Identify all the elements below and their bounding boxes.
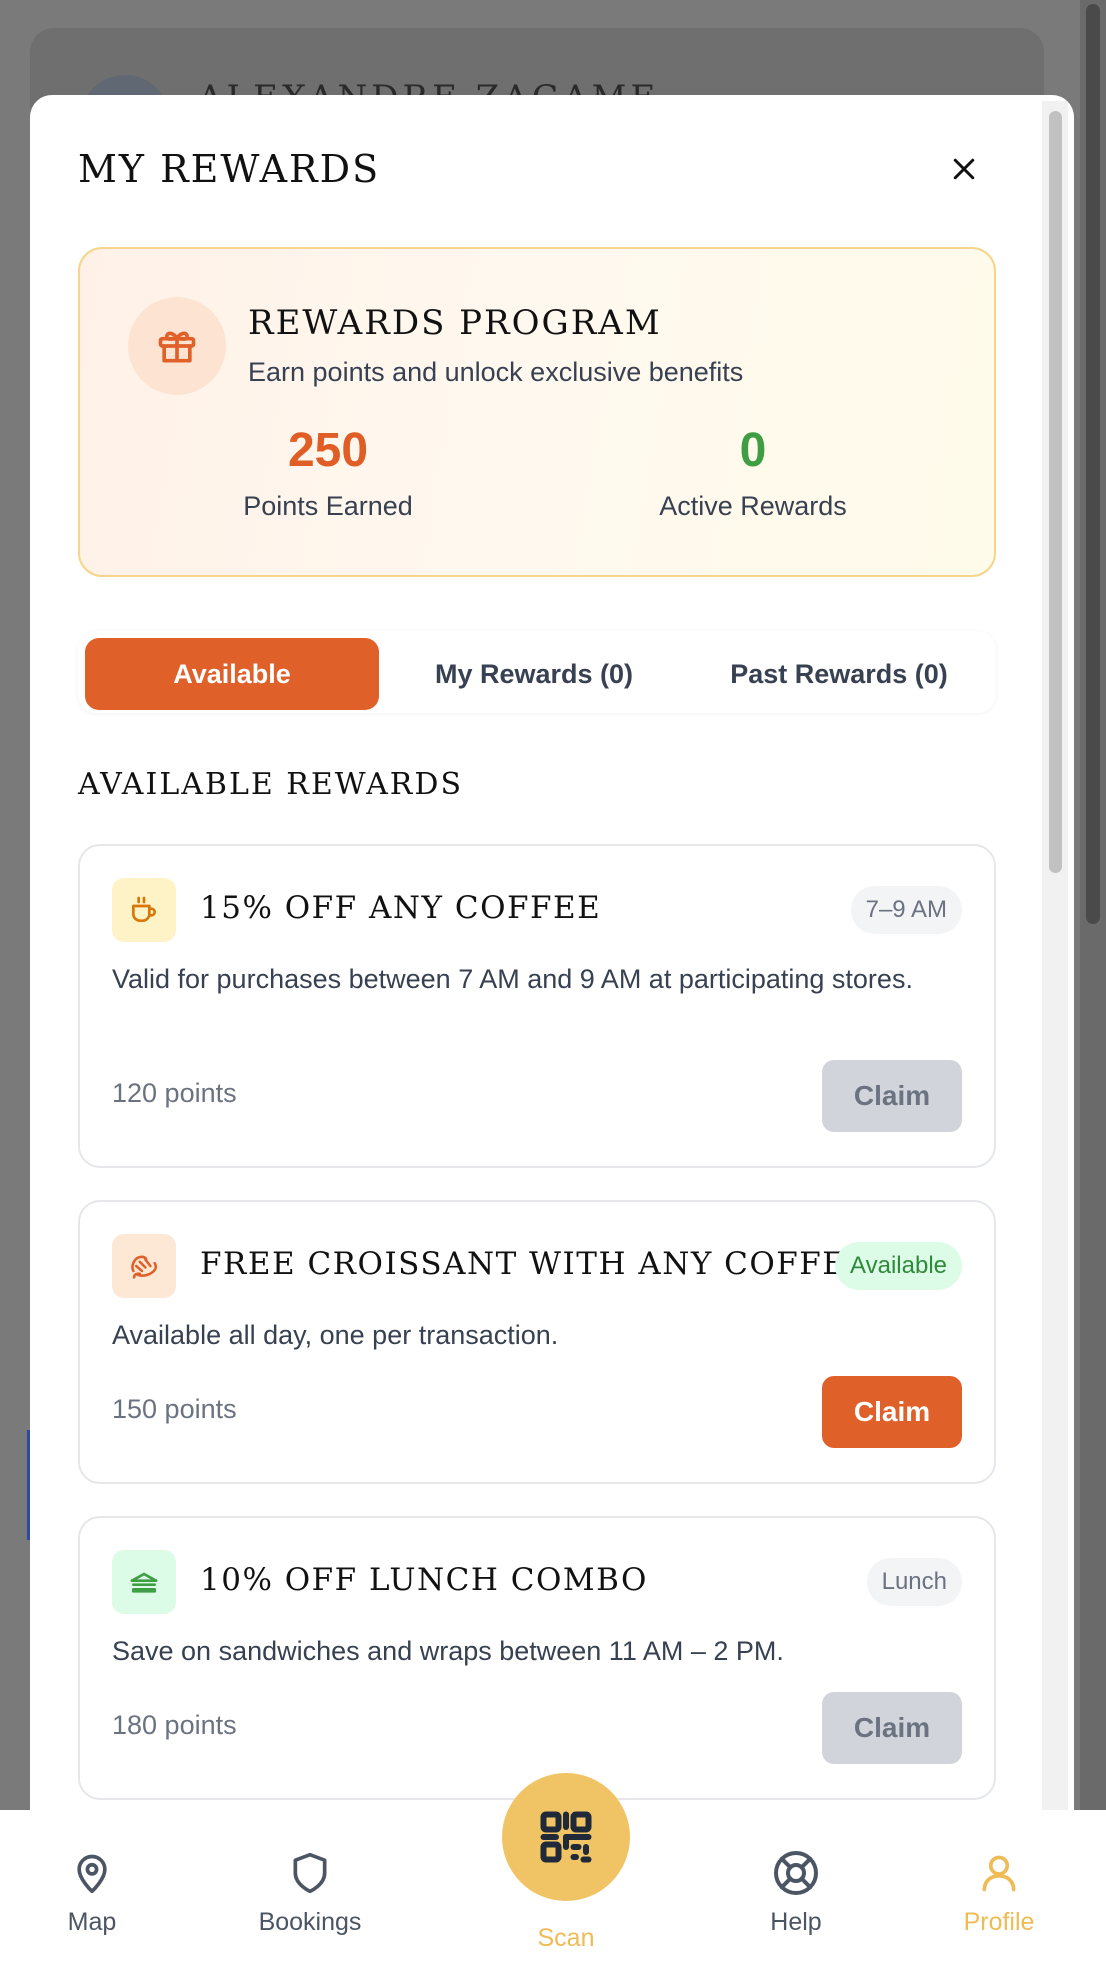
modal-scrollbar[interactable]: [1042, 101, 1068, 1968]
claim-button[interactable]: Claim: [822, 1376, 962, 1448]
active-rewards-label: Active Rewards: [659, 491, 847, 521]
reward-icon-container: [112, 1550, 176, 1614]
nav-help[interactable]: Help: [726, 1846, 866, 1937]
tab-my-rewards[interactable]: My Rewards (0): [387, 638, 681, 710]
active-rewards-value: 0: [739, 424, 767, 477]
croissant-icon: [131, 1255, 158, 1279]
nav-bookings-label: Bookings: [258, 1908, 362, 1936]
points-earned-stat: 250 Points Earned: [198, 427, 458, 522]
gift-icon-container: [128, 297, 226, 395]
rewards-tabs: Available My Rewards (0) Past Rewards (0…: [78, 631, 996, 713]
reward-card: FREE CROISSANT WITH ANY COFFEE Available…: [78, 1200, 996, 1484]
scan-button[interactable]: [502, 1773, 630, 1901]
map-pin-icon: [77, 1854, 107, 1894]
sandwich-icon: [130, 1572, 158, 1593]
points-earned-value: 250: [287, 424, 369, 477]
shield-icon: [293, 1852, 327, 1894]
reward-icon-container: [112, 1234, 176, 1298]
nav-profile-label: Profile: [963, 1908, 1035, 1936]
modal-scrollbar-thumb[interactable]: [1049, 111, 1062, 873]
section-title: AVAILABLE REWARDS: [78, 767, 463, 802]
window-scrollbar-thumb[interactable]: [1086, 4, 1100, 924]
rewards-program-card: REWARDS PROGRAM Earn points and unlock e…: [78, 247, 996, 577]
close-button[interactable]: [942, 147, 986, 191]
bottom-nav: Map Bookings Scan Help Profile: [0, 1773, 1106, 1968]
nav-help-label: Help: [770, 1908, 822, 1936]
claim-button[interactable]: Claim: [822, 1060, 962, 1132]
nav-map-label: Map: [67, 1908, 117, 1936]
reward-badge: Lunch: [866, 1558, 962, 1606]
close-icon: [953, 158, 975, 180]
coffee-cup-icon: [132, 896, 156, 922]
reward-card: 10% OFF LUNCH COMBO Lunch Save on sandwi…: [78, 1516, 996, 1800]
reward-card: 15% OFF ANY COFFEE 7–9 AM Valid for purc…: [78, 844, 996, 1168]
reward-points: 120 points: [112, 1078, 237, 1108]
claim-button[interactable]: Claim: [822, 1692, 962, 1764]
lifebuoy-icon: [774, 1851, 818, 1895]
scan-label: Scan: [537, 1924, 595, 1952]
reward-points: 180 points: [112, 1710, 237, 1740]
window-scrollbar[interactable]: [1080, 0, 1106, 1968]
tab-available[interactable]: Available: [85, 638, 379, 710]
gift-icon: [158, 331, 196, 363]
nav-profile[interactable]: Profile: [929, 1846, 1069, 1937]
points-earned-label: Points Earned: [243, 491, 413, 521]
reward-icon-container: [112, 878, 176, 942]
rewards-modal: MY REWARDS REWARDS PROGRAM Earn points a…: [30, 95, 1074, 1968]
qr-code-icon: [540, 1811, 592, 1863]
reward-description: Valid for purchases between 7 AM and 9 A…: [112, 964, 913, 994]
modal-title: MY REWARDS: [78, 147, 381, 191]
reward-points: 150 points: [112, 1394, 237, 1424]
nav-map[interactable]: Map: [22, 1846, 162, 1937]
reward-title: 15% OFF ANY COFFEE: [200, 890, 602, 926]
program-title: REWARDS PROGRAM: [248, 303, 662, 343]
program-subtitle: Earn points and unlock exclusive benefit…: [248, 357, 744, 387]
reward-badge: Available: [835, 1242, 962, 1290]
reward-title: 10% OFF LUNCH COMBO: [200, 1562, 648, 1598]
nav-bookings[interactable]: Bookings: [240, 1846, 380, 1937]
reward-badge: 7–9 AM: [850, 886, 962, 934]
active-rewards-stat: 0 Active Rewards: [623, 427, 883, 522]
reward-description: Available all day, one per transaction.: [112, 1320, 559, 1350]
tab-past-rewards[interactable]: Past Rewards (0): [689, 638, 989, 710]
user-icon: [982, 1855, 1016, 1892]
reward-title: FREE CROISSANT WITH ANY COFFEE: [200, 1246, 871, 1282]
reward-description: Save on sandwiches and wraps between 11 …: [112, 1636, 784, 1666]
